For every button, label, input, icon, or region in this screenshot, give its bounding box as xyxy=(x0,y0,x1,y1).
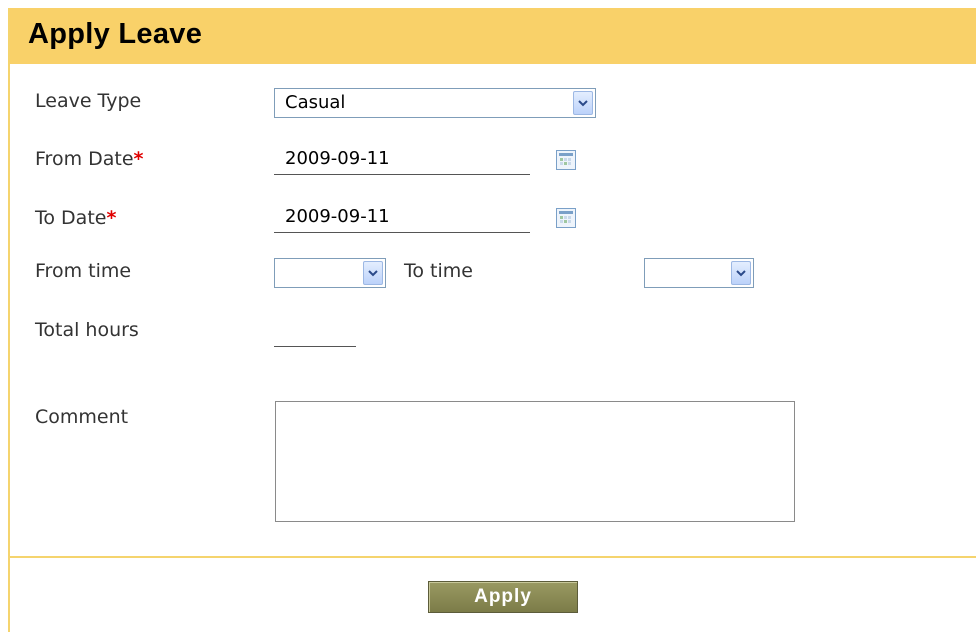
to-date-label: To Date* xyxy=(35,207,117,229)
leave-type-select[interactable]: Casual xyxy=(274,88,596,118)
from-time-select[interactable] xyxy=(274,258,386,288)
calendar-icon[interactable] xyxy=(556,150,576,170)
comment-textarea[interactable] xyxy=(275,401,795,522)
calendar-icon[interactable] xyxy=(556,208,576,228)
total-hours-label: Total hours xyxy=(35,319,139,341)
chevron-down-icon[interactable] xyxy=(573,91,593,115)
to-date-field[interactable]: 2009-09-11 xyxy=(274,202,530,233)
divider xyxy=(10,556,976,558)
from-date-value: 2009-09-11 xyxy=(285,148,390,169)
from-time-label: From time xyxy=(35,260,132,282)
to-time-select[interactable] xyxy=(644,258,754,288)
page-title: Apply Leave xyxy=(28,18,203,50)
total-hours-field[interactable] xyxy=(274,328,356,347)
comment-label: Comment xyxy=(35,406,129,428)
leave-type-value: Casual xyxy=(285,92,346,113)
required-marker: * xyxy=(106,207,117,229)
required-marker: * xyxy=(133,148,144,170)
chevron-down-icon[interactable] xyxy=(363,261,383,285)
from-date-label: From Date* xyxy=(35,148,144,170)
apply-leave-panel: Apply Leave Leave Type Casual From Date*… xyxy=(8,8,976,632)
leave-type-label: Leave Type xyxy=(35,90,142,112)
to-date-value: 2009-09-11 xyxy=(285,206,390,227)
panel-header: Apply Leave xyxy=(10,8,976,64)
to-time-label: To time xyxy=(404,260,473,282)
from-date-field[interactable]: 2009-09-11 xyxy=(274,144,530,175)
chevron-down-icon[interactable] xyxy=(731,261,751,285)
apply-button[interactable]: Apply xyxy=(428,581,578,613)
